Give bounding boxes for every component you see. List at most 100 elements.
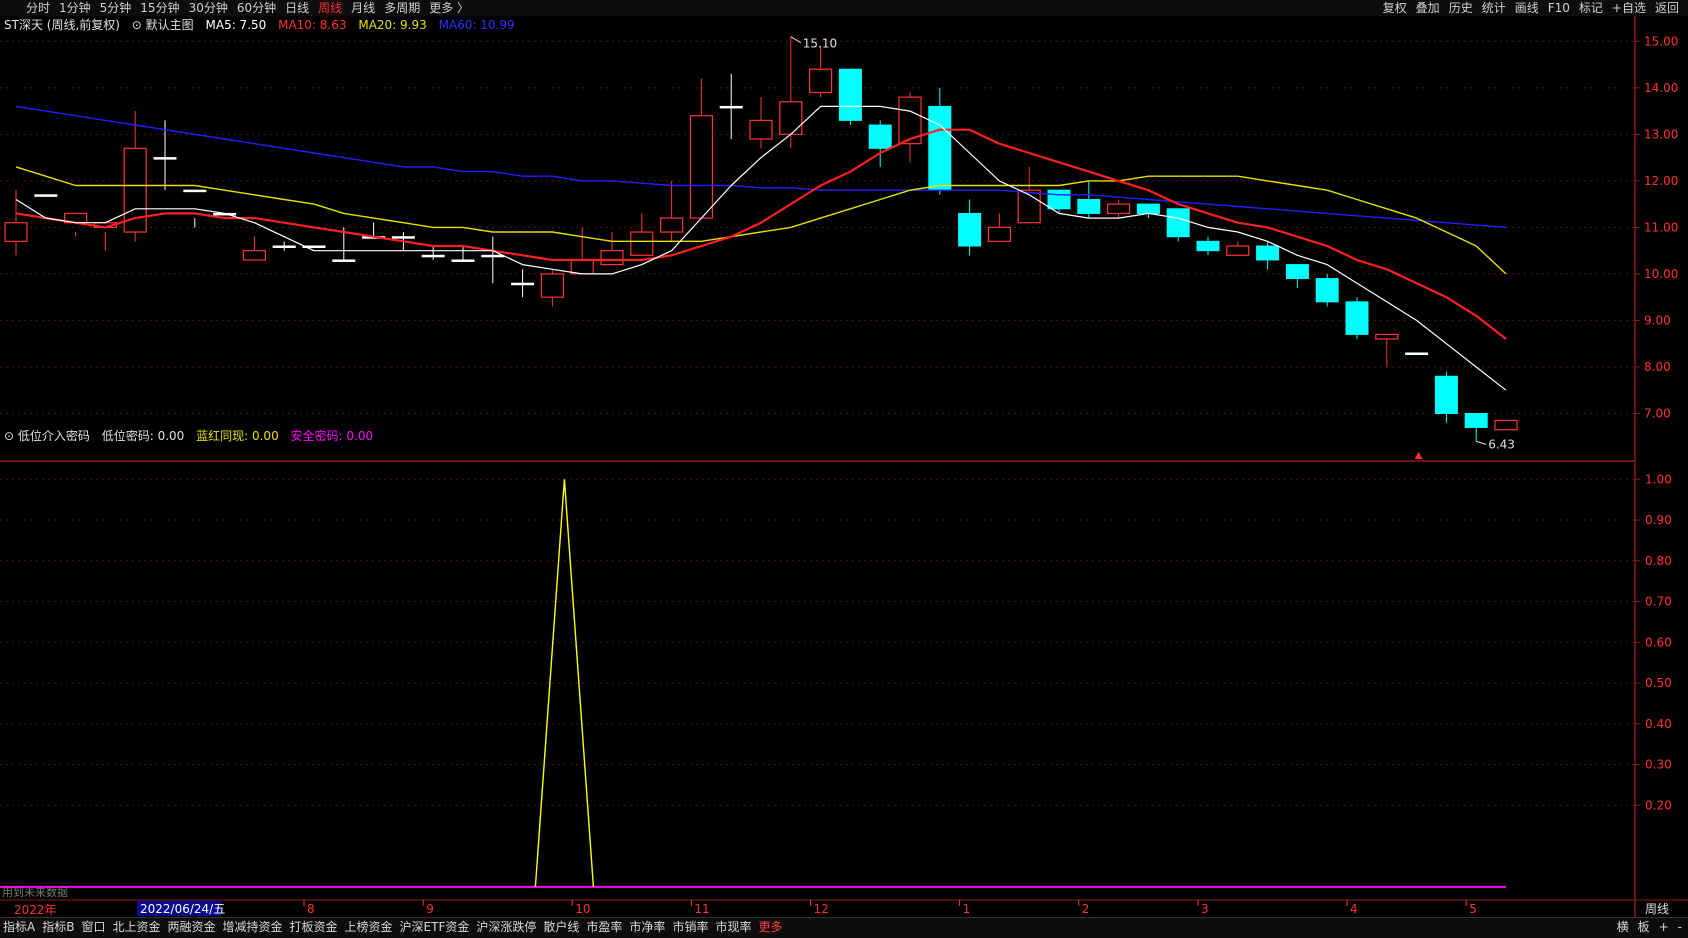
bottom-tab-0[interactable]: 指标A bbox=[3, 920, 35, 934]
candle[interactable] bbox=[1226, 241, 1250, 256]
candle[interactable] bbox=[779, 36, 803, 149]
candle[interactable] bbox=[1464, 412, 1488, 442]
chart-canvas[interactable]: 15.106.43 15.0014.0013.0012.0011.0010.00… bbox=[0, 0, 1688, 917]
candle[interactable] bbox=[421, 246, 445, 260]
candle-body bbox=[1256, 245, 1280, 261]
candle[interactable] bbox=[1345, 297, 1369, 340]
candle-body bbox=[451, 259, 475, 262]
candle[interactable] bbox=[570, 227, 594, 275]
layout-button-1[interactable]: 板 bbox=[1638, 920, 1650, 934]
date-cursor-label: 2022/06/24/五 bbox=[140, 902, 225, 916]
bottom-tab-6[interactable]: 打板资金 bbox=[290, 920, 338, 934]
month-label: 11 bbox=[694, 902, 709, 916]
candle[interactable] bbox=[1196, 236, 1220, 256]
candle-body bbox=[689, 115, 714, 219]
candle-body bbox=[1166, 208, 1190, 238]
candle[interactable] bbox=[123, 111, 147, 242]
year-label: 2022年 bbox=[14, 903, 57, 917]
candle[interactable] bbox=[659, 180, 684, 242]
high-price-label: 15.10 bbox=[803, 37, 837, 51]
candle[interactable] bbox=[1315, 273, 1339, 307]
candle[interactable] bbox=[1375, 333, 1399, 367]
candle[interactable] bbox=[958, 199, 982, 256]
bottom-tab-9[interactable]: 沪深涨跌停 bbox=[476, 920, 536, 934]
bottom-tab-7[interactable]: 上榜资金 bbox=[345, 920, 393, 934]
candle[interactable] bbox=[1136, 203, 1160, 219]
candle[interactable] bbox=[868, 120, 892, 167]
bottom-tab-4[interactable]: 两融资金 bbox=[167, 920, 215, 934]
candle[interactable] bbox=[1405, 352, 1429, 355]
candle-body bbox=[1196, 240, 1220, 252]
candle[interactable] bbox=[1494, 419, 1518, 431]
candle-body bbox=[659, 217, 684, 233]
candle[interactable] bbox=[272, 241, 296, 251]
candle-body bbox=[1494, 419, 1518, 431]
candle-body bbox=[1434, 375, 1458, 414]
price-tick-label: 15.00 bbox=[1644, 34, 1678, 48]
candle[interactable] bbox=[63, 212, 88, 237]
bottom-tab-15[interactable]: 更多 bbox=[758, 920, 782, 934]
sub-tick-label: 1.00 bbox=[1645, 472, 1672, 486]
candle-body bbox=[153, 157, 177, 160]
layout-button-3[interactable]: - bbox=[1678, 920, 1682, 934]
candle-body bbox=[272, 245, 296, 248]
candle[interactable] bbox=[1106, 199, 1131, 219]
candle-body bbox=[1405, 352, 1429, 355]
candle-body bbox=[838, 68, 862, 121]
candle[interactable] bbox=[928, 87, 952, 195]
candle-body bbox=[987, 226, 1012, 242]
price-tick-label: 7.00 bbox=[1644, 406, 1671, 420]
candle[interactable] bbox=[1285, 264, 1309, 288]
candle[interactable] bbox=[808, 45, 833, 98]
layout-button-2[interactable]: + bbox=[1659, 920, 1669, 934]
ma5-line bbox=[15, 105, 1507, 391]
price-tick-label: 10.00 bbox=[1644, 267, 1678, 281]
ma20-line bbox=[15, 166, 1507, 275]
candle-body bbox=[332, 259, 356, 262]
candle[interactable] bbox=[1434, 371, 1458, 423]
bottom-tab-11[interactable]: 市盈率 bbox=[586, 920, 622, 934]
candle-body bbox=[4, 222, 28, 242]
bottom-tab-3[interactable]: 北上资金 bbox=[112, 920, 160, 934]
bottom-tab-1[interactable]: 指标B bbox=[42, 920, 74, 934]
bottom-tab-14[interactable]: 市现率 bbox=[715, 920, 751, 934]
bottom-tab-5[interactable]: 增减持资金 bbox=[223, 920, 283, 934]
candle[interactable] bbox=[630, 213, 654, 256]
candle[interactable] bbox=[749, 97, 773, 149]
candle-body bbox=[600, 250, 624, 266]
candle[interactable] bbox=[213, 212, 237, 260]
sub-tick-label: 0.30 bbox=[1645, 758, 1672, 772]
candle[interactable] bbox=[689, 78, 714, 219]
bottom-tab-2[interactable]: 窗口 bbox=[81, 920, 105, 934]
candle[interactable] bbox=[838, 68, 862, 126]
month-label: 8 bbox=[307, 902, 315, 916]
candle-body bbox=[868, 124, 892, 149]
candle[interactable] bbox=[987, 213, 1012, 242]
candle[interactable] bbox=[1077, 180, 1101, 219]
candle-body bbox=[481, 254, 505, 258]
sub-tick-label: 0.50 bbox=[1645, 676, 1672, 690]
candle[interactable] bbox=[1166, 208, 1190, 242]
candle[interactable] bbox=[34, 194, 58, 228]
candle[interactable] bbox=[242, 236, 266, 261]
candle-body bbox=[779, 101, 803, 135]
candle-body bbox=[1345, 301, 1369, 335]
layout-button-0[interactable]: 横 bbox=[1617, 920, 1629, 934]
month-label: 4 bbox=[1350, 902, 1358, 916]
candle[interactable] bbox=[719, 73, 743, 139]
candle-body bbox=[808, 68, 833, 94]
candle-body bbox=[570, 259, 594, 275]
sub-tick-label: 0.40 bbox=[1645, 717, 1672, 731]
candle[interactable] bbox=[898, 92, 922, 163]
signal-arrow-icon bbox=[1414, 452, 1423, 459]
candle[interactable] bbox=[481, 236, 505, 284]
candle-body bbox=[391, 236, 415, 239]
candle[interactable] bbox=[540, 269, 565, 307]
candle[interactable] bbox=[511, 269, 535, 298]
bottom-tab-10[interactable]: 散户线 bbox=[543, 920, 579, 934]
candle-body bbox=[421, 254, 445, 258]
sub-tick-label: 0.60 bbox=[1645, 635, 1672, 649]
bottom-tab-13[interactable]: 市销率 bbox=[672, 920, 708, 934]
bottom-tab-8[interactable]: 沪深ETF资金 bbox=[400, 920, 470, 934]
bottom-tab-12[interactable]: 市净率 bbox=[629, 920, 665, 934]
